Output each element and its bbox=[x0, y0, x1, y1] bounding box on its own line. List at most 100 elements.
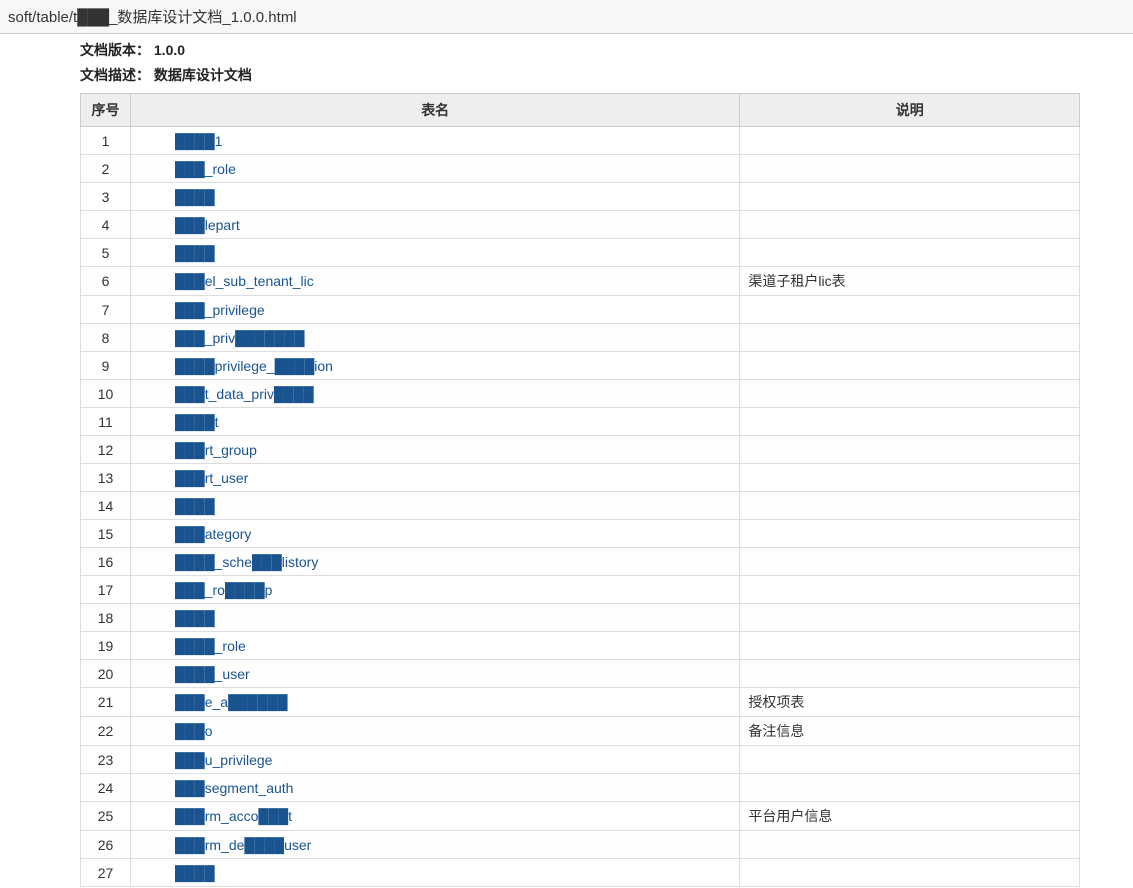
cell-seq: 15 bbox=[81, 520, 131, 548]
cell-table-name: ███o bbox=[130, 717, 739, 746]
table-row: 13███rt_user bbox=[81, 464, 1080, 492]
cell-description bbox=[740, 352, 1080, 380]
table-name-link[interactable]: ███lepart bbox=[139, 217, 240, 233]
cell-seq: 2 bbox=[81, 155, 131, 183]
cell-table-name: ███_privilege bbox=[130, 296, 739, 324]
cell-seq: 22 bbox=[81, 717, 131, 746]
table-name-link[interactable]: ███segment_auth bbox=[139, 780, 294, 796]
table-name-link[interactable]: ████privilege_████ion bbox=[139, 358, 333, 374]
table-name-link[interactable]: ███o bbox=[139, 723, 213, 739]
cell-table-name: ████ bbox=[130, 859, 739, 887]
table-name-link[interactable]: ████_sche███listory bbox=[139, 554, 318, 570]
table-name-link[interactable]: ███t_data_priv████ bbox=[139, 386, 314, 402]
table-name-link[interactable]: ███_role bbox=[139, 161, 236, 177]
cell-description bbox=[740, 296, 1080, 324]
table-row: 19 ████_role bbox=[81, 632, 1080, 660]
table-name-link[interactable]: ████ bbox=[139, 610, 215, 626]
table-name-link[interactable]: ███rt_user bbox=[139, 470, 248, 486]
cell-description bbox=[740, 155, 1080, 183]
cell-seq: 10 bbox=[81, 380, 131, 408]
cell-seq: 9 bbox=[81, 352, 131, 380]
cell-table-name: ███_priv███████ bbox=[130, 324, 739, 352]
cell-description bbox=[740, 774, 1080, 802]
table-row: 12███rt_group bbox=[81, 436, 1080, 464]
table-name-link[interactable]: ███u_privilege bbox=[139, 752, 272, 768]
table-name-link[interactable]: ███rm_de████user bbox=[139, 837, 311, 853]
cell-table-name: ████ bbox=[130, 239, 739, 267]
cell-description: 渠道子租户lic表 bbox=[740, 267, 1080, 296]
cell-table-name: ████t bbox=[130, 408, 739, 436]
cell-seq: 19 bbox=[81, 632, 131, 660]
doc-version-label: 文档版本： bbox=[80, 42, 150, 58]
table-name-link[interactable]: ███ategory bbox=[139, 526, 251, 542]
cell-seq: 23 bbox=[81, 746, 131, 774]
cell-table-name: ███e_a██████ bbox=[130, 688, 739, 717]
table-row: 15 ███ategory bbox=[81, 520, 1080, 548]
doc-desc-value: 数据库设计文档 bbox=[154, 67, 252, 83]
table-name-link[interactable]: ████ bbox=[139, 498, 215, 514]
cell-description bbox=[740, 660, 1080, 688]
cell-description bbox=[740, 831, 1080, 859]
cell-description: 授权项表 bbox=[740, 688, 1080, 717]
cell-table-name: ███rt_user bbox=[130, 464, 739, 492]
cell-description bbox=[740, 746, 1080, 774]
doc-desc-label: 文档描述： bbox=[80, 67, 150, 83]
table-name-link[interactable]: ████1 bbox=[139, 133, 222, 149]
table-name-link[interactable]: ████ bbox=[139, 865, 215, 881]
cell-table-name: ████_role bbox=[130, 632, 739, 660]
cell-seq: 14 bbox=[81, 492, 131, 520]
table-row: 25███rm_acco███t平台用户信息 bbox=[81, 802, 1080, 831]
table-name-link[interactable]: ███el_sub_tenant_lic bbox=[139, 273, 314, 289]
cell-description bbox=[740, 324, 1080, 352]
cell-seq: 21 bbox=[81, 688, 131, 717]
table-name-link[interactable]: ████t bbox=[139, 414, 219, 430]
cell-table-name: ███u_privilege bbox=[130, 746, 739, 774]
cell-seq: 25 bbox=[81, 802, 131, 831]
table-name-link[interactable]: ███_privilege bbox=[139, 302, 265, 318]
doc-version-value: 1.0.0 bbox=[154, 42, 185, 58]
cell-seq: 26 bbox=[81, 831, 131, 859]
cell-table-name: ████_user bbox=[130, 660, 739, 688]
table-row: 10 ███t_data_priv████ bbox=[81, 380, 1080, 408]
cell-description bbox=[740, 632, 1080, 660]
table-name-link[interactable]: ████_user bbox=[139, 666, 250, 682]
cell-table-name: ███_role bbox=[130, 155, 739, 183]
cell-table-name: ███t_data_priv████ bbox=[130, 380, 739, 408]
table-row: 11████t bbox=[81, 408, 1080, 436]
table-row: 3 ████ bbox=[81, 183, 1080, 211]
table-name-link[interactable]: ███e_a██████ bbox=[139, 694, 288, 710]
table-row: 6███el_sub_tenant_lic渠道子租户lic表 bbox=[81, 267, 1080, 296]
document-content: 文档版本： 1.0.0 文档描述： 数据库设计文档 序号 表名 说明 1████… bbox=[0, 34, 1133, 887]
table-name-link[interactable]: ███_priv███████ bbox=[139, 330, 305, 346]
cell-description bbox=[740, 211, 1080, 239]
cell-description bbox=[740, 436, 1080, 464]
table-name-link[interactable]: ███_ro████p bbox=[139, 582, 272, 598]
table-row: 2 ███_role bbox=[81, 155, 1080, 183]
cell-description bbox=[740, 380, 1080, 408]
cell-seq: 7 bbox=[81, 296, 131, 324]
cell-description bbox=[740, 127, 1080, 155]
table-name-link[interactable]: ███rt_group bbox=[139, 442, 257, 458]
table-row: 23 ███u_privilege bbox=[81, 746, 1080, 774]
doc-desc-row: 文档描述： 数据库设计文档 bbox=[80, 65, 1133, 85]
table-row: 8 ███_priv███████ bbox=[81, 324, 1080, 352]
table-name-link[interactable]: ███rm_acco███t bbox=[139, 808, 292, 824]
table-name-link[interactable]: ████ bbox=[139, 189, 215, 205]
table-row: 9 ████privilege_████ion bbox=[81, 352, 1080, 380]
cell-table-name: ████privilege_████ion bbox=[130, 352, 739, 380]
cell-seq: 8 bbox=[81, 324, 131, 352]
table-name-link[interactable]: ████ bbox=[139, 245, 215, 261]
cell-seq: 20 bbox=[81, 660, 131, 688]
table-row: 21 ███e_a██████ 授权项表 bbox=[81, 688, 1080, 717]
cell-seq: 3 bbox=[81, 183, 131, 211]
cell-table-name: ████ bbox=[130, 604, 739, 632]
cell-description bbox=[740, 492, 1080, 520]
table-row: 24███segment_auth bbox=[81, 774, 1080, 802]
table-row: 22███o备注信息 bbox=[81, 717, 1080, 746]
cell-seq: 18 bbox=[81, 604, 131, 632]
table-name-link[interactable]: ████_role bbox=[139, 638, 246, 654]
cell-table-name: ███lepart bbox=[130, 211, 739, 239]
cell-table-name: ████ bbox=[130, 492, 739, 520]
header-seq: 序号 bbox=[81, 94, 131, 127]
cell-description bbox=[740, 548, 1080, 576]
